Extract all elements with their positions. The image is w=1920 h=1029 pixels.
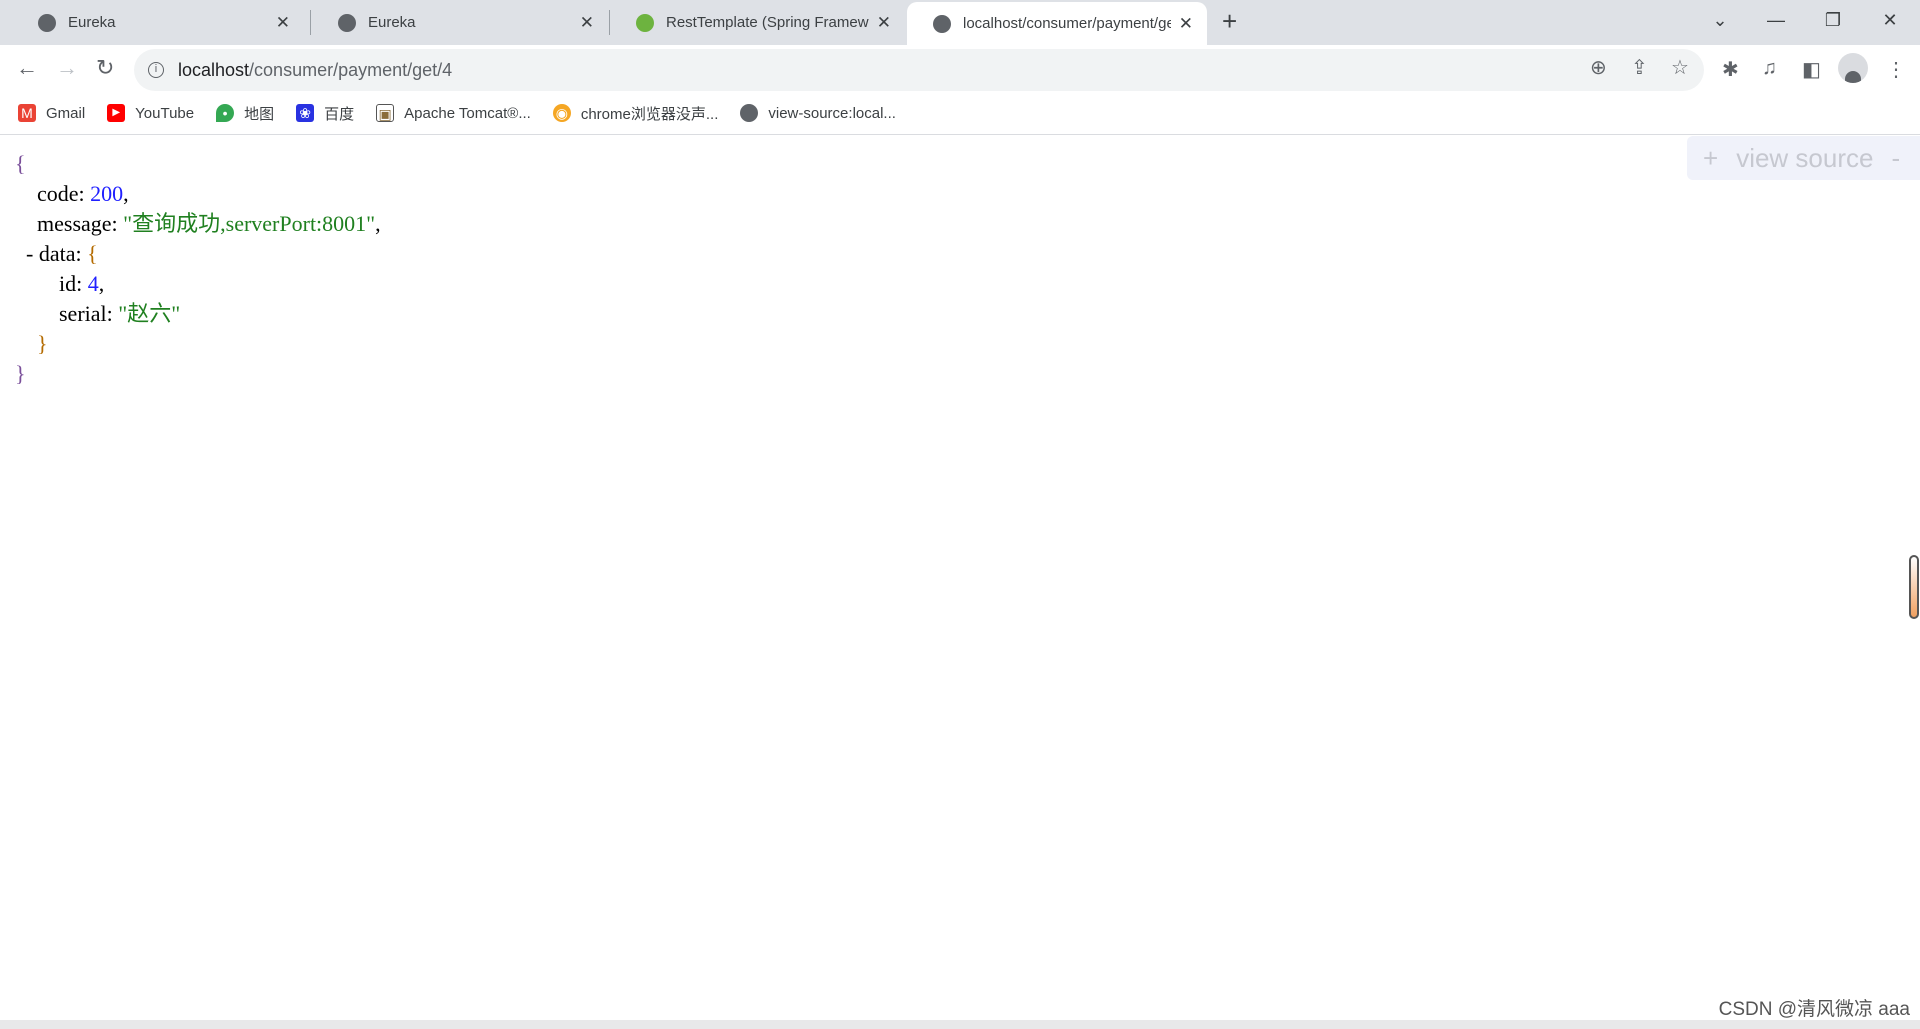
collapse-toggle[interactable]: -: [26, 241, 33, 266]
media-control-icon[interactable]: ♫: [1762, 57, 1777, 80]
watermark: CSDN @清风微凉 aaa: [1718, 999, 1910, 1020]
toolbar: ← → ↻ i localhost/consumer/payment/get/4…: [0, 45, 1920, 92]
bookmark-youtube[interactable]: ▶ YouTube: [107, 104, 194, 122]
menu-icon[interactable]: ⋮: [1886, 57, 1906, 82]
zoom-icon[interactable]: ⊕: [1590, 55, 1607, 80]
bookmark-baidu[interactable]: ❀ 百度: [296, 103, 354, 124]
view-source-panel: + view source -: [1687, 136, 1920, 180]
youtube-icon: ▶: [107, 104, 126, 122]
json-open-brace: {: [15, 151, 26, 176]
tab-localhost[interactable]: localhost/consumer/payment/get/4 ✕: [907, 2, 1207, 45]
back-button[interactable]: ←: [16, 55, 38, 81]
json-value: "查询成功,serverPort:8001": [123, 211, 376, 236]
json-key: code: [37, 181, 79, 206]
json-close-brace: }: [37, 331, 48, 356]
star-icon[interactable]: ☆: [1671, 55, 1689, 80]
globe-icon: [933, 14, 951, 33]
close-tab-icon[interactable]: ✕: [1179, 14, 1193, 34]
json-close-brace: }: [15, 361, 26, 386]
json-key: serial: [59, 301, 107, 326]
globe-icon: [740, 104, 759, 122]
expand-all-button[interactable]: +: [1703, 143, 1718, 174]
bookmark-maps[interactable]: • 地图: [216, 103, 274, 124]
side-panel-icon[interactable]: ◧: [1802, 57, 1821, 82]
tab-divider: [310, 10, 311, 35]
tab-eureka-1[interactable]: Eureka ✕: [12, 0, 304, 45]
json-value: 4: [87, 271, 99, 296]
globe-icon: [38, 13, 56, 32]
maps-icon: •: [216, 104, 235, 122]
bottom-bar: [0, 1020, 1920, 1029]
collapse-all-button[interactable]: -: [1891, 143, 1900, 174]
extensions-icon[interactable]: ✱: [1722, 57, 1739, 82]
json-open-brace: {: [87, 241, 98, 266]
gmail-icon: M: [18, 104, 36, 122]
spring-icon: [636, 13, 654, 32]
json-value: 200: [90, 181, 124, 206]
json-key: data: [38, 241, 76, 266]
json-value: "赵六": [118, 301, 181, 326]
bookmark-favicon-icon: ◉: [552, 104, 571, 122]
close-tab-icon[interactable]: ✕: [877, 13, 891, 33]
forward-button[interactable]: →: [56, 55, 78, 81]
close-window-button[interactable]: ✕: [1862, 0, 1918, 40]
tab-resttemplate[interactable]: RestTemplate (Spring Framework ✕: [610, 0, 905, 45]
share-icon[interactable]: ⇪: [1631, 55, 1648, 80]
globe-icon: [338, 13, 356, 32]
profile-avatar[interactable]: [1838, 53, 1868, 83]
view-source-button[interactable]: view source: [1736, 143, 1873, 174]
bookmark-view-source[interactable]: view-source:local...: [740, 104, 896, 122]
reload-button[interactable]: ↻: [96, 55, 114, 81]
scroll-handle[interactable]: [1909, 555, 1919, 619]
baidu-icon: ❀: [296, 104, 315, 122]
minimize-button[interactable]: —: [1748, 0, 1804, 40]
url-text[interactable]: localhost/consumer/payment/get/4: [178, 60, 452, 81]
bookmark-chrome-sound[interactable]: ◉ chrome浏览器没声...: [552, 103, 718, 124]
tab-eureka-2[interactable]: Eureka ✕: [312, 0, 608, 45]
bookmark-gmail[interactable]: M Gmail: [18, 104, 85, 122]
json-key: id: [59, 271, 77, 296]
address-bar[interactable]: i localhost/consumer/payment/get/4: [134, 49, 1704, 91]
restore-button[interactable]: ❐: [1805, 0, 1861, 40]
close-tab-icon[interactable]: ✕: [580, 13, 594, 33]
bookmarks-bar: M Gmail ▶ YouTube • 地图 ❀ 百度 ▣ Apache Tomcat®.…: [0, 92, 1920, 135]
tab-bar: Eureka ✕ Eureka ✕ RestTemplate (Spring F…: [0, 0, 1920, 45]
close-tab-icon[interactable]: ✕: [276, 13, 290, 33]
json-viewer: { code: 200, message: "查询成功,serverPort:8…: [15, 151, 381, 386]
tab-search-button[interactable]: ⌄: [1692, 0, 1748, 40]
tomcat-icon: ▣: [376, 104, 395, 122]
json-key: message: [37, 211, 112, 236]
bookmark-tomcat[interactable]: ▣ Apache Tomcat®...: [376, 104, 531, 122]
new-tab-button[interactable]: +: [1222, 6, 1237, 37]
info-icon[interactable]: i: [148, 62, 164, 78]
